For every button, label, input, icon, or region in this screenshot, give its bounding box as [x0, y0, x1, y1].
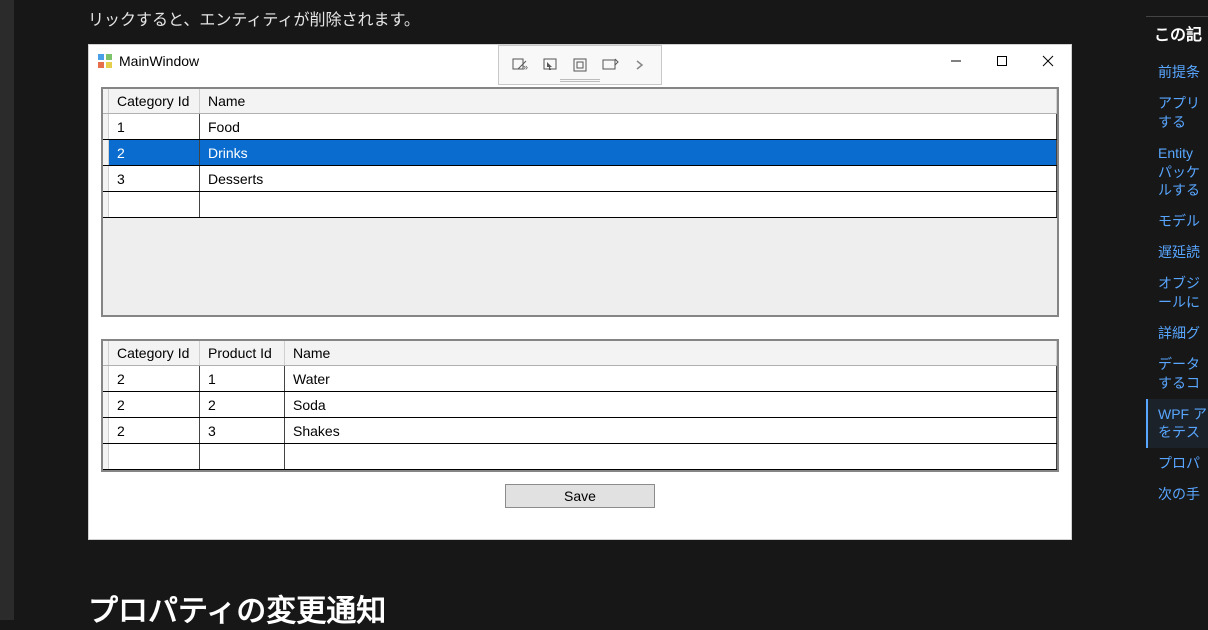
cell-name[interactable]: Desserts	[200, 166, 1057, 191]
maximize-button[interactable]	[979, 45, 1025, 77]
toc-link[interactable]: オブジ ールに	[1146, 268, 1208, 318]
toc-link[interactable]: モデル	[1146, 206, 1208, 237]
col-category-id[interactable]: Category Id	[109, 341, 200, 365]
cell-product-id[interactable]: 3	[200, 418, 285, 443]
table-row[interactable]: 21Water	[103, 366, 1057, 392]
live-visual-tree-icon[interactable]: »	[506, 52, 534, 78]
toc-link[interactable]: Entity パッケ ルする	[1146, 138, 1208, 207]
app-window: MainWindow »	[88, 44, 1072, 540]
cell-name[interactable]: Water	[285, 366, 1057, 391]
table-row[interactable]: 23Shakes	[103, 418, 1057, 444]
toc-link[interactable]: 詳細グ	[1146, 318, 1208, 349]
hot-reload-icon[interactable]	[596, 52, 624, 78]
toc-sidebar: この記 前提条アプリ するEntity パッケ ルするモデル遅延読オブジ ールに…	[1146, 0, 1208, 620]
layout-adorners-icon[interactable]	[566, 52, 594, 78]
new-row-placeholder[interactable]	[103, 192, 1057, 218]
cell-category-id[interactable]: 2	[109, 392, 200, 417]
debug-toolbar: »	[498, 45, 662, 85]
close-button[interactable]	[1025, 45, 1071, 77]
toc-link[interactable]: プロパ	[1146, 448, 1208, 479]
toc-title: この記	[1146, 16, 1208, 57]
table-row[interactable]: 22Soda	[103, 392, 1057, 418]
toc-link[interactable]: WPF ア をテス	[1146, 399, 1208, 449]
app-icon	[97, 53, 113, 69]
cell-category-id[interactable]: 2	[109, 140, 200, 165]
grid-header-row: Category Id Name	[103, 89, 1057, 114]
select-element-icon[interactable]	[536, 52, 564, 78]
cell-product-id[interactable]: 2	[200, 392, 285, 417]
cell-name[interactable]: Soda	[285, 392, 1057, 417]
toc-link[interactable]: データ するコ	[1146, 349, 1208, 399]
body-paragraph: リックすると、エンティティが削除されます。	[88, 6, 420, 30]
window-title: MainWindow	[119, 53, 199, 69]
toc-link[interactable]: 前提条	[1146, 57, 1208, 88]
cell-category-id[interactable]: 2	[109, 366, 200, 391]
save-button[interactable]: Save	[505, 484, 655, 508]
cell-name[interactable]: Shakes	[285, 418, 1057, 443]
table-row[interactable]: 3Desserts	[103, 166, 1057, 192]
products-grid[interactable]: Category Id Product Id Name 21Water22Sod…	[101, 339, 1059, 472]
svg-text:»: »	[523, 62, 528, 72]
grid-header-row: Category Id Product Id Name	[103, 341, 1057, 366]
col-name[interactable]: Name	[200, 89, 1057, 113]
cell-name[interactable]: Drinks	[200, 140, 1057, 165]
section-heading: プロパティの変更通知	[88, 586, 386, 630]
table-row[interactable]: 1Food	[103, 114, 1057, 140]
toc-link[interactable]: 次の手	[1146, 479, 1208, 510]
cell-name[interactable]: Food	[200, 114, 1057, 139]
cell-category-id[interactable]: 1	[109, 114, 200, 139]
toc-link[interactable]: 遅延読	[1146, 237, 1208, 268]
cell-category-id[interactable]: 2	[109, 418, 200, 443]
titlebar: MainWindow »	[89, 45, 1071, 77]
left-rail	[0, 0, 14, 620]
window-controls	[933, 45, 1071, 77]
categories-grid[interactable]: Category Id Name 1Food2Drinks3Desserts	[101, 87, 1059, 317]
toolbar-grip-icon[interactable]	[560, 79, 600, 82]
minimize-button[interactable]	[933, 45, 979, 77]
cell-product-id[interactable]: 1	[200, 366, 285, 391]
table-row[interactable]: 2Drinks	[103, 140, 1057, 166]
col-category-id[interactable]: Category Id	[109, 89, 200, 113]
col-name[interactable]: Name	[285, 341, 1057, 365]
col-product-id[interactable]: Product Id	[200, 341, 285, 365]
new-row-placeholder[interactable]	[103, 444, 1057, 470]
toc-link[interactable]: アプリ する	[1146, 88, 1208, 138]
toolbar-expand-icon[interactable]	[626, 52, 654, 78]
cell-category-id[interactable]: 3	[109, 166, 200, 191]
